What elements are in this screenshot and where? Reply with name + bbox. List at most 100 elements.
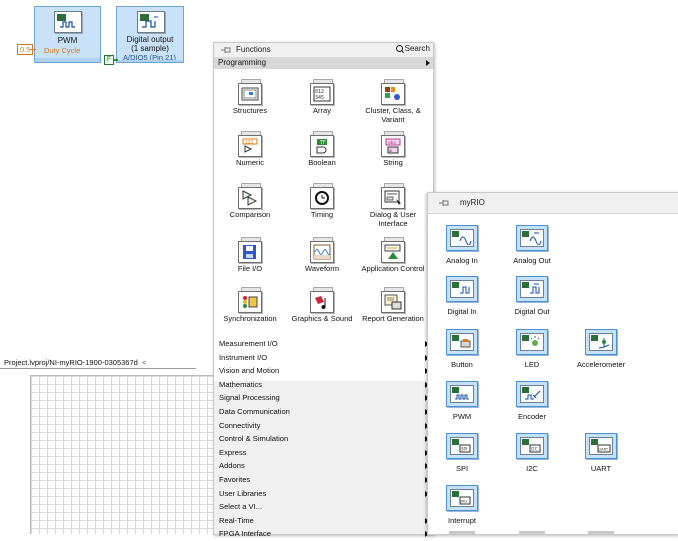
palette-item-string[interactable]: abc a String — [358, 131, 428, 168]
search-icon — [395, 45, 403, 52]
myrio-item-interrupt[interactable]: IRQ Interrupt — [432, 485, 492, 525]
category-item[interactable]: Control & Simulation — [214, 432, 433, 446]
palette-item-app-control[interactable]: Application Control — [358, 237, 428, 274]
spi-icon: SPI — [452, 439, 471, 453]
svg-text:345: 345 — [315, 95, 324, 101]
palette-item-dialog[interactable]: Dialog & User Interface — [358, 183, 428, 228]
search-button[interactable]: Search — [395, 44, 430, 53]
myrio-item-led[interactable]: LED — [502, 329, 562, 369]
myrio-item-encoder[interactable]: Encoder — [502, 381, 562, 421]
category-item[interactable]: Measurement I/O — [214, 337, 433, 351]
analog-in-icon — [452, 231, 472, 245]
myrio-item-spi[interactable]: SPI SPI — [432, 433, 492, 473]
digital-output-resize-grip[interactable] — [117, 60, 183, 62]
functions-palette: Functions Search Programming Structures … — [213, 42, 434, 538]
structures-icon — [241, 87, 259, 101]
myrio-item-label: LED — [524, 360, 540, 369]
category-item[interactable]: FPGA Interface — [214, 527, 433, 541]
svg-text:TF: TF — [319, 140, 326, 146]
palette-item-waveform[interactable]: Waveform — [287, 237, 357, 274]
myrio-item-button[interactable]: Button — [432, 329, 492, 369]
palette-item-report[interactable]: Report Generation — [358, 287, 428, 324]
category-item[interactable]: Data Communication — [214, 405, 433, 419]
palette-item-label: Graphics & Sound — [291, 314, 353, 323]
myrio-item-label: UART — [590, 464, 612, 473]
palette-item-file-io[interactable]: File I/O — [215, 237, 285, 274]
myrio-item-pwm[interactable]: PWM — [432, 381, 492, 421]
palette-item-array[interactable]: 012 345 Array — [287, 79, 357, 116]
duty-cycle-terminal[interactable]: Duty Cycle — [35, 46, 100, 55]
category-item[interactable]: Instrument I/O — [214, 351, 433, 365]
myrio-item-analog-in[interactable]: Analog In — [432, 225, 492, 265]
myrio-item-i2c[interactable]: I2C I2C — [502, 433, 562, 473]
encoder-icon — [522, 387, 541, 400]
file-io-icon — [243, 245, 256, 259]
dialog-icon — [384, 190, 402, 205]
accelerometer-icon — [591, 335, 610, 349]
myrio-item-label: SPI — [455, 464, 469, 473]
boolean-false-constant[interactable]: F — [104, 55, 114, 65]
myrio-item-label: Analog In — [446, 256, 478, 265]
functions-palette-title: Functions — [236, 45, 271, 54]
interrupt-icon: IRQ — [452, 491, 471, 505]
category-list: Measurement I/O Instrument I/O Vision an… — [214, 337, 433, 541]
myrio-item-label: Analog Out — [513, 256, 551, 265]
category-item[interactable]: Real-Time — [214, 514, 433, 528]
numeric-icon: 123 — [242, 138, 258, 153]
pushpin-icon[interactable] — [220, 46, 232, 54]
category-item[interactable]: Vision and Motion — [214, 364, 433, 378]
pwm-icon — [452, 387, 469, 400]
palette-item-label: String — [383, 158, 403, 167]
boolean-icon: TF — [316, 139, 327, 154]
myrio-item-uart[interactable]: UART UART — [571, 433, 631, 473]
svg-text:a: a — [389, 149, 392, 154]
palette-item-graphics-sound[interactable]: Graphics & Sound — [287, 287, 357, 324]
pwm-node-resize-grip[interactable] — [35, 58, 100, 62]
search-label: Search — [404, 44, 430, 53]
palette-item-label: Application Control — [361, 264, 425, 273]
category-item[interactable]: Addons — [214, 459, 433, 473]
string-icon: abc a — [385, 138, 401, 154]
duty-cycle-wire — [30, 49, 36, 50]
category-item[interactable]: Favorites — [214, 473, 433, 487]
palette-item-timing[interactable]: Timing — [287, 183, 357, 220]
myrio-item-digital-out[interactable]: Digital Out — [502, 276, 562, 316]
palette-item-label: Cluster, Class, & Variant — [365, 106, 421, 124]
palette-item-comparison[interactable]: Comparison — [215, 183, 285, 220]
palette-item-label: Boolean — [308, 158, 336, 167]
pushpin-icon[interactable] — [438, 199, 450, 207]
category-item[interactable]: Connectivity — [214, 419, 433, 433]
palette-item-boolean[interactable]: TF Boolean — [287, 131, 357, 168]
palette-item-label: Waveform — [305, 264, 339, 273]
palette-item-label: Numeric — [236, 158, 264, 167]
myrio-palette: myRIO Analog In Analog Out Digital In Di… — [427, 192, 678, 535]
category-item[interactable]: Signal Processing — [214, 391, 433, 405]
category-programming[interactable]: Programming — [214, 57, 433, 69]
category-item[interactable]: Select a VI... — [214, 500, 433, 514]
palette-item-label: File I/O — [237, 264, 263, 273]
category-item[interactable]: Mathematics — [214, 378, 433, 392]
category-item[interactable]: Express — [214, 446, 433, 460]
project-window-tab[interactable]: Project.lvproj/NI-myRIO-1900-0305367d < — [0, 356, 196, 369]
myrio-item-label: PWM — [452, 412, 472, 421]
pwm-express-vi[interactable]: PWM Duty Cycle — [34, 6, 101, 63]
category-item[interactable]: User Libraries — [214, 487, 433, 501]
array-icon: 012345 — [313, 86, 331, 102]
digital-output-express-vi[interactable]: Digital output (1 sample) A/DIO5 (Pin 21… — [116, 6, 184, 63]
myrio-item-accelerometer[interactable]: Accelerometer — [571, 329, 631, 369]
myrio-item-analog-out[interactable]: Analog Out — [502, 225, 562, 265]
palette-item-synchronization[interactable]: Synchronization — [215, 287, 285, 324]
digital-output-title-line1: Digital output — [126, 35, 174, 44]
svg-text:UART: UART — [599, 448, 609, 452]
palette-item-numeric[interactable]: 123 Numeric — [215, 131, 285, 168]
palette-item-cluster[interactable]: Cluster, Class, & Variant — [358, 79, 428, 124]
myrio-item-digital-in[interactable]: Digital In — [432, 276, 492, 316]
palette-item-structures[interactable]: Structures — [215, 79, 285, 116]
svg-text:SPI: SPI — [461, 447, 467, 452]
category-programming-label: Programming — [218, 58, 267, 67]
synchronization-icon — [243, 296, 258, 308]
myrio-item-label: Encoder — [518, 412, 546, 421]
report-icon — [384, 294, 402, 310]
tab-close-icon[interactable]: < — [142, 358, 146, 367]
myrio-palette-header: myRIO — [428, 193, 678, 214]
